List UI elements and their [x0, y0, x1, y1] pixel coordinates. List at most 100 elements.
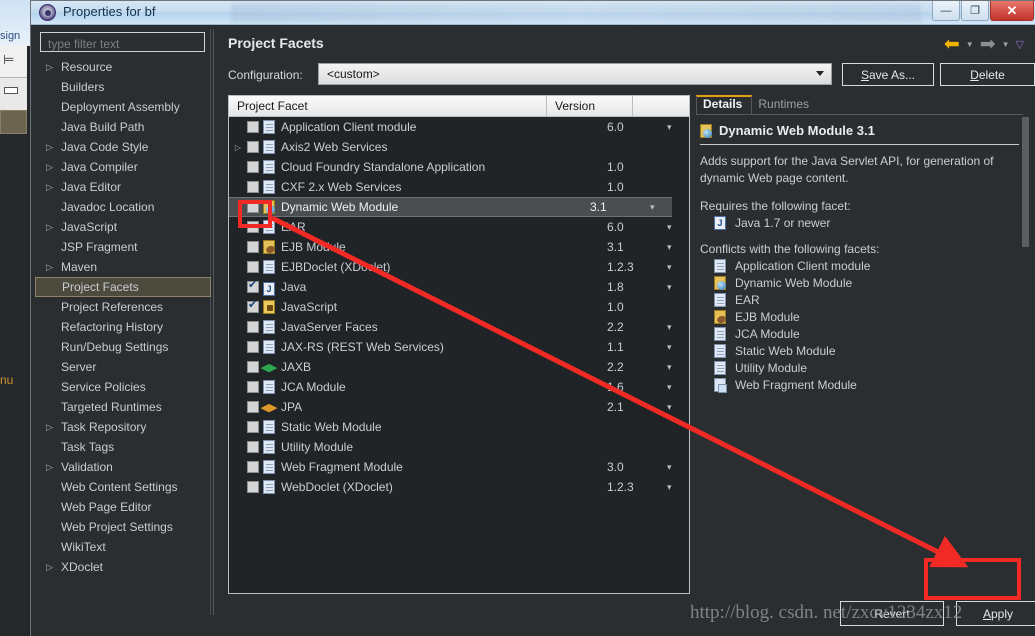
facet-checkbox[interactable]: [247, 381, 259, 393]
sidebar-item-wikitext[interactable]: WikiText: [35, 537, 211, 557]
chevron-right-icon[interactable]: ▷: [46, 417, 53, 437]
facet-checkbox[interactable]: [247, 161, 259, 173]
version-chevron-down-icon[interactable]: ▾: [667, 242, 689, 253]
version-chevron-down-icon[interactable]: ▾: [667, 262, 689, 273]
sidebar-item-builders[interactable]: Builders: [35, 77, 211, 97]
sidebar-item-refactoring-history[interactable]: Refactoring History: [35, 317, 211, 337]
facet-checkbox[interactable]: [247, 181, 259, 193]
sidebar-item-service-policies[interactable]: Service Policies: [35, 377, 211, 397]
column-header-project-facet[interactable]: Project Facet: [229, 96, 547, 116]
facet-checkbox[interactable]: [247, 361, 259, 373]
table-row[interactable]: EJB Module 3.1 ▾: [229, 237, 689, 257]
chevron-right-icon[interactable]: ▷: [46, 157, 53, 177]
sidebar-item-javadoc-location[interactable]: Javadoc Location: [35, 197, 211, 217]
facet-checkbox[interactable]: [247, 421, 259, 433]
sidebar-item-maven[interactable]: ▷ Maven: [35, 257, 211, 277]
facet-checkbox[interactable]: [247, 481, 259, 493]
filter-input-box[interactable]: type filter text: [40, 32, 205, 52]
version-chevron-down-icon[interactable]: ▾: [667, 282, 689, 293]
table-row[interactable]: Web Fragment Module 3.0 ▾: [229, 457, 689, 477]
facet-checkbox[interactable]: [247, 278, 259, 293]
chevron-right-icon[interactable]: ▷: [46, 457, 53, 477]
chevron-right-icon[interactable]: ▷: [46, 177, 53, 197]
table-row[interactable]: Cloud Foundry Standalone Application 1.0: [229, 157, 689, 177]
tab-details[interactable]: Details: [696, 95, 753, 114]
delete-button[interactable]: Delete: [940, 63, 1035, 86]
version-chevron-down-icon[interactable]: ▾: [667, 482, 689, 493]
column-header-empty[interactable]: [633, 96, 689, 116]
sidebar-item-resource[interactable]: ▷ Resource: [35, 57, 211, 77]
sidebar-item-server[interactable]: Server: [35, 357, 211, 377]
chevron-right-icon[interactable]: ▷: [46, 57, 53, 77]
sidebar-item-jsp-fragment[interactable]: JSP Fragment: [35, 237, 211, 257]
table-row[interactable]: EJBDoclet (XDoclet) 1.2.3 ▾: [229, 257, 689, 277]
column-header-version[interactable]: Version: [547, 96, 633, 116]
sidebar-item-validation[interactable]: ▷ Validation: [35, 457, 211, 477]
forward-history-chevron-icon[interactable]: ▼: [1002, 40, 1010, 49]
sidebar-item-java-build-path[interactable]: Java Build Path: [35, 117, 211, 137]
chevron-right-icon[interactable]: ▷: [229, 143, 247, 152]
arrow-right-icon[interactable]: ➡: [980, 35, 996, 54]
details-scrollbar-thumb[interactable]: [1022, 117, 1029, 247]
table-row[interactable]: Static Web Module: [229, 417, 689, 437]
version-chevron-down-icon[interactable]: ▾: [667, 222, 689, 233]
version-chevron-down-icon[interactable]: ▾: [667, 402, 689, 413]
version-chevron-down-icon[interactable]: ▾: [667, 462, 689, 473]
save-as-button[interactable]: Save As...: [842, 63, 934, 86]
arrow-left-icon[interactable]: ⬅: [944, 35, 960, 54]
tab-runtimes[interactable]: Runtimes: [752, 95, 818, 114]
table-row[interactable]: JCA Module 1.6 ▾: [229, 377, 689, 397]
version-chevron-down-icon[interactable]: ▾: [667, 122, 689, 133]
maximize-button[interactable]: ❐: [961, 1, 989, 21]
facet-checkbox[interactable]: [247, 141, 259, 153]
facet-checkbox[interactable]: [247, 321, 259, 333]
configuration-dropdown[interactable]: <custom>: [318, 63, 832, 85]
table-row[interactable]: Application Client module 6.0 ▾: [229, 117, 689, 137]
table-row[interactable]: ◀▶ JAXB 2.2 ▾: [229, 357, 689, 377]
table-row[interactable]: WebDoclet (XDoclet) 1.2.3 ▾: [229, 477, 689, 497]
sidebar-item-project-references[interactable]: Project References: [35, 297, 211, 317]
facet-checkbox[interactable]: [247, 261, 259, 273]
sidebar-item-java-compiler[interactable]: ▷ Java Compiler: [35, 157, 211, 177]
dialog-titlebar[interactable]: Properties for bf — ❐ ✕: [31, 1, 1035, 25]
table-row[interactable]: Dynamic Web Module 3.1 ▾: [229, 197, 672, 217]
facet-table[interactable]: Project Facet Version Application Client…: [228, 95, 690, 594]
chevron-right-icon[interactable]: ▷: [46, 137, 53, 157]
sidebar-item-java-code-style[interactable]: ▷ Java Code Style: [35, 137, 211, 157]
facet-checkbox[interactable]: [247, 441, 259, 453]
back-history-chevron-icon[interactable]: ▼: [966, 40, 974, 49]
chevron-right-icon[interactable]: ▷: [46, 217, 53, 237]
table-row[interactable]: ▷ Axis2 Web Services: [229, 137, 689, 157]
table-row[interactable]: J Java 1.8 ▾: [229, 277, 689, 297]
version-chevron-down-icon[interactable]: ▾: [667, 322, 689, 333]
sidebar-item-targeted-runtimes[interactable]: Targeted Runtimes: [35, 397, 211, 417]
facet-checkbox[interactable]: [247, 298, 259, 313]
chevron-right-icon[interactable]: ▷: [46, 557, 53, 577]
facet-checkbox[interactable]: [247, 241, 259, 253]
sidebar-item-deployment-assembly[interactable]: Deployment Assembly: [35, 97, 211, 117]
version-chevron-down-icon[interactable]: ▾: [667, 362, 689, 373]
table-row[interactable]: EAR 6.0 ▾: [229, 217, 689, 237]
sidebar-item-run-debug-settings[interactable]: Run/Debug Settings: [35, 337, 211, 357]
facet-checkbox[interactable]: [247, 121, 259, 133]
sidebar-item-xdoclet[interactable]: ▷ XDoclet: [35, 557, 211, 577]
table-row[interactable]: JavaScript 1.0: [229, 297, 689, 317]
table-row[interactable]: JAX-RS (REST Web Services) 1.1 ▾: [229, 337, 689, 357]
table-row[interactable]: Utility Module: [229, 437, 689, 457]
sidebar-item-web-project-settings[interactable]: Web Project Settings: [35, 517, 211, 537]
version-chevron-down-icon[interactable]: ▾: [667, 382, 689, 393]
close-button[interactable]: ✕: [990, 1, 1034, 21]
facet-checkbox[interactable]: [247, 341, 259, 353]
table-row[interactable]: CXF 2.x Web Services 1.0: [229, 177, 689, 197]
minimize-button[interactable]: —: [932, 1, 960, 21]
facet-checkbox[interactable]: [247, 461, 259, 473]
sidebar-item-task-tags[interactable]: Task Tags: [35, 437, 211, 457]
sidebar-item-java-editor[interactable]: ▷ Java Editor: [35, 177, 211, 197]
chevron-right-icon[interactable]: ▷: [46, 257, 53, 277]
table-row[interactable]: JavaServer Faces 2.2 ▾: [229, 317, 689, 337]
sidebar-item-web-content-settings[interactable]: Web Content Settings: [35, 477, 211, 497]
sidebar-item-web-page-editor[interactable]: Web Page Editor: [35, 497, 211, 517]
sidebar-item-project-facets[interactable]: Project Facets: [35, 277, 211, 297]
apply-button[interactable]: Apply: [956, 601, 1035, 626]
version-chevron-down-icon[interactable]: ▾: [650, 202, 672, 213]
